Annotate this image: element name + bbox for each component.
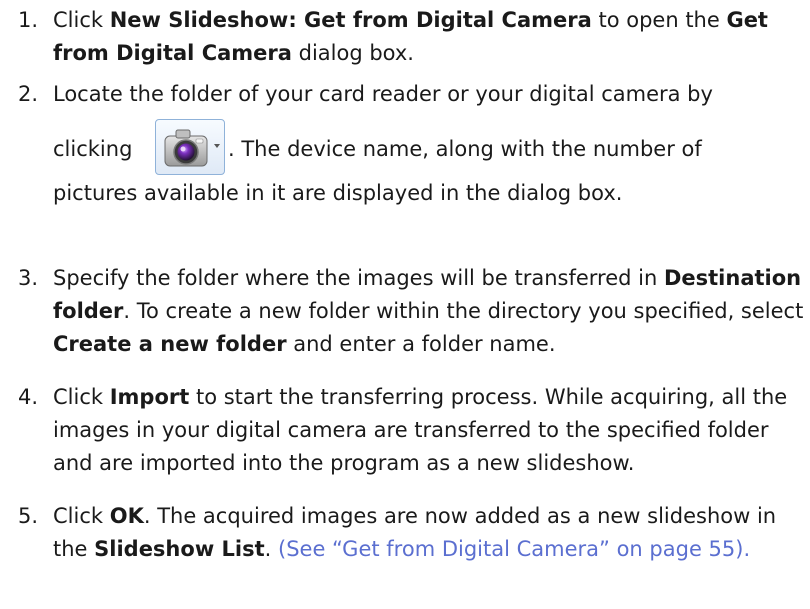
- step-text: Locate the folder of your card reader or…: [53, 82, 713, 205]
- menu-command: New Slideshow: Get from Digital Camera: [109, 8, 592, 32]
- cross-reference-link[interactable]: (See “Get from Digital Camera” on page 5…: [278, 537, 750, 561]
- button-name: OK: [109, 504, 144, 528]
- camera-button[interactable]: [155, 119, 225, 175]
- step-text: Click New Slideshow: Get from Digital Ca…: [53, 8, 768, 65]
- step-number: 4.: [18, 385, 39, 409]
- step-number: 3.: [18, 266, 39, 290]
- option-name: Create a new folder: [53, 332, 287, 356]
- list-name: Slideshow List: [94, 537, 265, 561]
- camera-icon: [164, 129, 220, 167]
- step-text: Click Import to start the transferring p…: [53, 385, 788, 475]
- button-name: Import: [109, 385, 190, 409]
- step-number: 2.: [18, 82, 39, 106]
- step-number: 1.: [18, 8, 39, 32]
- step-number: 5.: [18, 504, 39, 528]
- step-text: Specify the folder where the images will…: [53, 266, 804, 356]
- step-text: Click OK. The acquired images are now ad…: [53, 504, 777, 561]
